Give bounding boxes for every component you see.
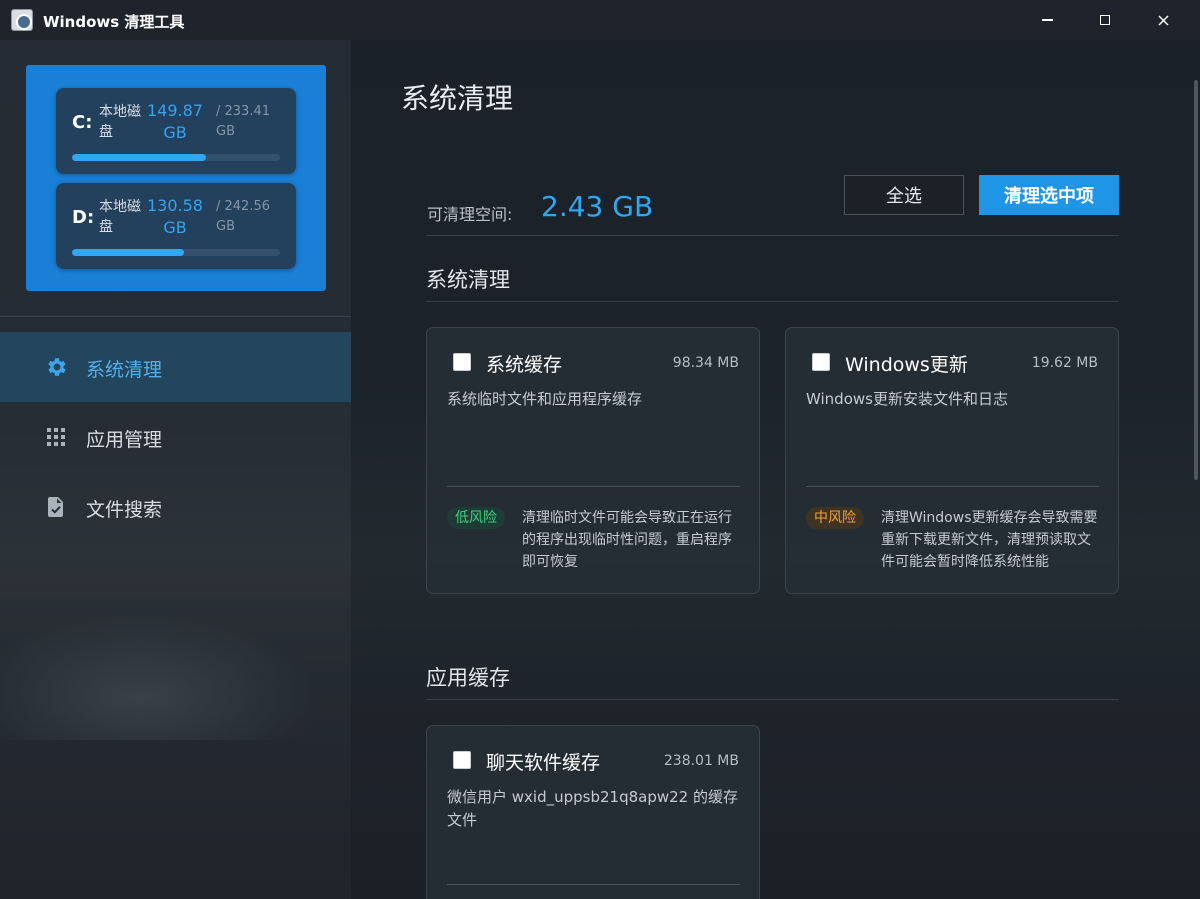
card-checkbox[interactable]: [812, 353, 830, 371]
card-size: 98.34 MB: [672, 355, 739, 371]
maximize-icon: [1100, 15, 1110, 25]
disk-usage-fill: [72, 154, 206, 161]
main-content: 系统清理 可清理空间: 2.43 GB 全选 清理选中项 系统清理 系统缓存 9…: [351, 40, 1200, 899]
disk-name: 本地磁盘: [99, 199, 141, 235]
page-title: 系统清理: [401, 82, 514, 115]
disk-name: 本地磁盘: [99, 104, 141, 140]
disk-usage-bar: [72, 249, 280, 256]
card-checkbox[interactable]: [453, 751, 471, 769]
disk-usage-fill: [72, 249, 184, 256]
card-description: 微信用户 wxid_uppsb21q8apw22 的缓存文件: [447, 788, 738, 829]
cleanable-space-label: 可清理空间:: [427, 205, 513, 224]
sidebar-divider: [0, 316, 351, 317]
gear-icon: [48, 358, 66, 376]
minimize-icon: [1041, 19, 1053, 21]
divider: [426, 699, 1119, 700]
grid-icon: [47, 428, 65, 446]
clean-card-system-cache: 系统缓存 98.34 MB 系统临时文件和应用程序缓存 低风险 清理临时文件可能…: [426, 327, 760, 594]
disk-card-d[interactable]: D: 本地磁盘 130.58 GB / 242.56 GB: [56, 183, 296, 269]
sidebar-background: [0, 600, 351, 740]
section-title: 应用缓存: [426, 666, 510, 690]
nav-item-app-manage[interactable]: 应用管理: [0, 402, 351, 472]
card-size: 238.01 MB: [663, 753, 739, 769]
close-icon: [1157, 14, 1169, 26]
risk-badge: 低风险: [447, 507, 505, 529]
divider: [426, 301, 1119, 302]
risk-badge: 中风险: [806, 507, 864, 529]
clean-selected-button[interactable]: 清理选中项: [979, 175, 1119, 215]
nav-label: 系统清理: [86, 359, 163, 381]
sidebar: C: 本地磁盘 149.87 GB / 233.41 GB D: 本地磁盘 13…: [0, 40, 351, 899]
window-title: Windows 清理工具: [43, 13, 185, 31]
card-title: 系统缓存: [486, 354, 563, 376]
nav-label: 应用管理: [86, 429, 163, 451]
card-title: Windows更新: [845, 354, 968, 376]
clean-card-windows-update: Windows更新 19.62 MB Windows更新安装文件和日志 中风险 …: [785, 327, 1119, 594]
maximize-button[interactable]: [1076, 0, 1134, 40]
disk-panel: C: 本地磁盘 149.87 GB / 233.41 GB D: 本地磁盘 13…: [26, 65, 326, 291]
title-bar: Windows 清理工具: [0, 0, 1200, 40]
file-check-icon: [48, 497, 63, 517]
card-description: Windows更新安装文件和日志: [806, 390, 1008, 408]
disk-usage-bar: [72, 154, 280, 161]
close-button[interactable]: [1134, 0, 1192, 40]
disk-total: / 233.41 GB: [216, 104, 270, 139]
select-all-button[interactable]: 全选: [844, 175, 964, 215]
card-divider: [447, 486, 740, 487]
card-divider: [806, 486, 1099, 487]
disk-card-c[interactable]: C: 本地磁盘 149.87 GB / 233.41 GB: [56, 88, 296, 174]
divider: [426, 235, 1119, 236]
card-divider: [447, 884, 740, 885]
disk-used: 149.87 GB: [147, 101, 203, 142]
card-title: 聊天软件缓存: [486, 752, 601, 774]
app-logo-icon: [11, 9, 33, 31]
card-checkbox[interactable]: [453, 353, 471, 371]
card-size: 19.62 MB: [1031, 355, 1098, 371]
cleanable-space-value: 2.43 GB: [541, 190, 654, 223]
disk-used: 130.58 GB: [147, 196, 203, 237]
disk-total: / 242.56 GB: [216, 199, 270, 234]
disk-letter: C:: [72, 112, 93, 133]
card-description: 系统临时文件和应用程序缓存: [447, 390, 643, 408]
section-title: 系统清理: [426, 268, 510, 292]
clean-card-chat-cache: 聊天软件缓存 238.01 MB 微信用户 wxid_uppsb21q8apw2…: [426, 725, 760, 899]
disk-letter: D:: [72, 207, 95, 228]
scrollbar[interactable]: [1194, 80, 1198, 480]
nav-item-file-search[interactable]: 文件搜索: [0, 472, 351, 542]
nav-item-system-clean[interactable]: 系统清理: [0, 332, 351, 402]
minimize-button[interactable]: [1018, 0, 1076, 40]
risk-text: 清理临时文件可能会导致正在运行的程序出现临时性问题，重启程序即可恢复: [522, 510, 732, 570]
nav-label: 文件搜索: [86, 499, 163, 521]
risk-text: 清理Windows更新缓存会导致需要重新下载更新文件，清理预读取文件可能会暂时降…: [881, 510, 1098, 570]
